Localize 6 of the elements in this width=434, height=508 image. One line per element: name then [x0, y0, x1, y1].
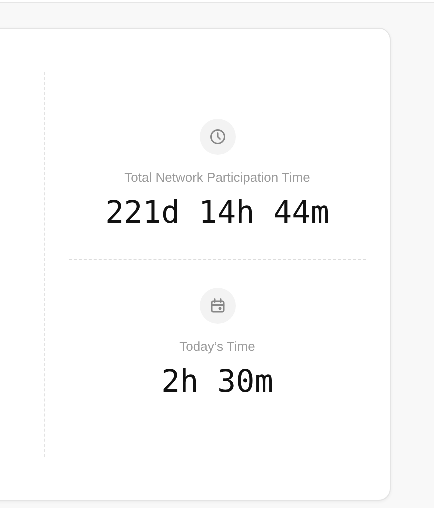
stat-label: Total Network Participation Time: [124, 170, 310, 185]
calendar-icon: [200, 288, 236, 324]
stat-label: Today’s Time: [180, 339, 256, 354]
stat-value: 221d 14h 44m: [106, 195, 330, 231]
clock-icon: [200, 119, 236, 155]
stat-value: 2h 30m: [162, 364, 274, 400]
